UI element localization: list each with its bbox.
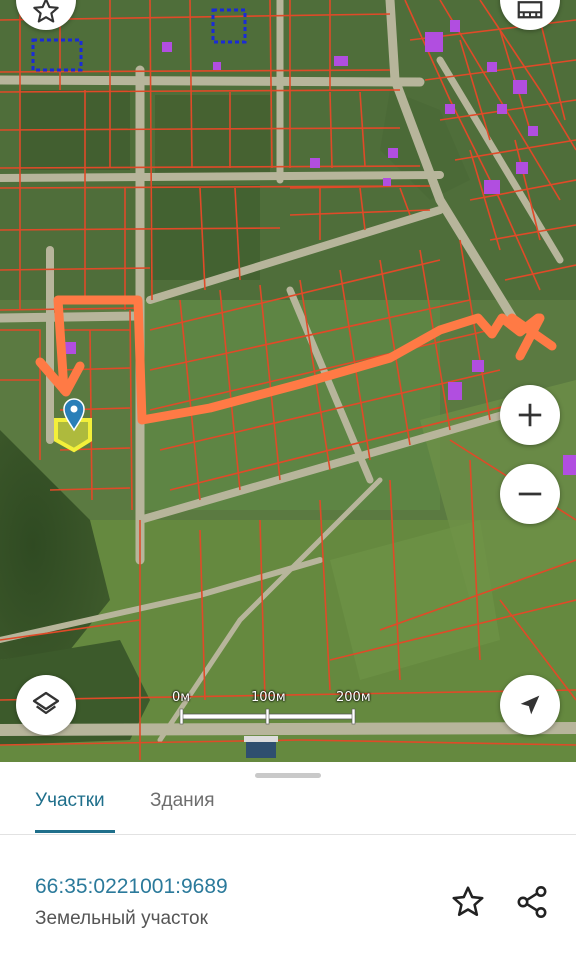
zoom-out-button[interactable]	[500, 464, 560, 524]
app-root: 0м 100м 200м Участки Здания 66:35:022100…	[0, 0, 576, 960]
favorite-button[interactable]	[448, 882, 488, 922]
scale-label-0: 0м	[172, 690, 191, 705]
my-location-button[interactable]	[500, 675, 560, 735]
minus-icon	[518, 492, 542, 496]
bottom-sheet[interactable]: Участки Здания 66:35:0221001:9689 Земель…	[0, 762, 576, 960]
plus-icon	[518, 403, 542, 427]
map-view[interactable]: 0м 100м 200м	[0, 0, 576, 762]
share-icon	[517, 886, 547, 918]
zoom-in-button[interactable]	[500, 385, 560, 445]
tab-buildings[interactable]: Здания	[150, 790, 215, 812]
object-type: Земельный участок	[35, 908, 208, 929]
share-button[interactable]	[512, 882, 552, 922]
tabs-divider	[0, 834, 576, 835]
cadastral-number[interactable]: 66:35:0221001:9689	[35, 875, 228, 899]
star-icon	[33, 0, 59, 23]
scale-label-200: 200м	[336, 690, 371, 705]
layers-button[interactable]	[16, 675, 76, 735]
star-outline-icon	[452, 886, 484, 917]
scale-label-100: 100м	[251, 690, 286, 705]
building-roof	[246, 740, 276, 758]
tab-parcels[interactable]: Участки	[35, 790, 105, 812]
sheet-drag-handle[interactable]	[255, 773, 321, 778]
navigation-arrow-icon	[520, 695, 540, 715]
satellite-map[interactable]	[0, 0, 576, 762]
active-tab-indicator	[35, 830, 115, 833]
layers-icon	[32, 691, 60, 715]
map-layers-panel-icon	[517, 1, 543, 19]
